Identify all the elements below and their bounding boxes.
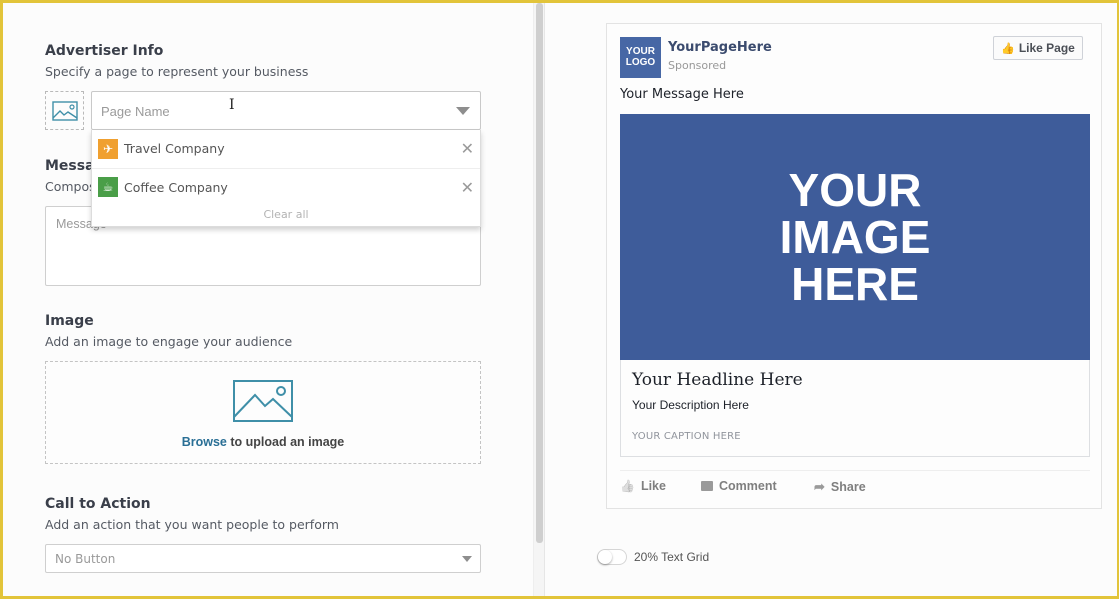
ad-preview-panel: YOUR LOGO YourPageHere Sponsored 👍 Like …	[546, 3, 1116, 596]
preview-page-name[interactable]: YourPageHere	[668, 40, 772, 55]
share-arrow-icon: ➦	[814, 479, 825, 494]
cta-title: Call to Action	[45, 496, 151, 512]
like-page-button[interactable]: 👍 Like Page	[993, 36, 1083, 60]
share-action[interactable]: ➦ Share	[814, 479, 866, 495]
like-page-label: Like Page	[1018, 41, 1075, 55]
scrollbar-thumb[interactable]	[536, 3, 543, 543]
cta-selected-value: No Button	[55, 552, 116, 566]
remove-icon[interactable]: ✕	[461, 139, 474, 158]
dropdown-item-label: Coffee Company	[124, 179, 228, 195]
post-actions-bar: 👍 Like Comment ➦ Share	[620, 470, 1090, 502]
preview-image-text: YOUR IMAGE HERE	[779, 163, 931, 310]
page-logo-upload[interactable]	[45, 91, 84, 130]
browse-text: to upload an image	[226, 435, 345, 449]
remove-icon[interactable]: ✕	[461, 178, 474, 197]
thumbs-up-icon: 👍	[1001, 42, 1015, 55]
dropdown-item-label: Travel Company	[124, 141, 225, 156]
image-title: Image	[45, 313, 94, 329]
text-cursor-icon: I	[229, 97, 235, 113]
page-name-input[interactable]	[101, 101, 441, 121]
logo-text: YOUR LOGO	[625, 46, 656, 68]
cta-select[interactable]: No Button	[45, 544, 481, 573]
ad-form-panel: Advertiser Info Specify a page to repres…	[3, 3, 533, 596]
image-subtitle: Add an image to engage your audience	[45, 334, 293, 349]
image-placeholder-icon	[51, 100, 78, 121]
text-grid-label: 20% Text Grid	[634, 550, 710, 564]
clear-all-link[interactable]: Clear all	[92, 208, 480, 221]
chevron-down-icon[interactable]	[456, 107, 470, 115]
coffee-cup-icon: ☕	[98, 177, 118, 197]
preview-description: Your Description Here	[632, 398, 749, 412]
preview-caption: YOUR CAPTION HERE	[632, 431, 741, 442]
share-label: Share	[830, 480, 866, 494]
like-label: Like	[640, 479, 666, 493]
toggle-knob	[598, 550, 612, 564]
text-grid-toggle[interactable]	[597, 549, 627, 565]
page-name-combobox[interactable]: I	[91, 91, 481, 130]
chevron-down-icon	[462, 556, 472, 562]
like-action[interactable]: 👍 Like	[620, 479, 666, 493]
dropdown-item-coffee-company[interactable]: ☕ Coffee Company ✕	[92, 168, 480, 205]
airplane-icon: ✈	[98, 138, 118, 159]
comment-action[interactable]: Comment	[701, 479, 777, 493]
preview-link-card[interactable]: Your Headline Here Your Description Here…	[620, 360, 1090, 457]
page-name-dropdown: ✈ Travel Company ✕ ☕ Coffee Company ✕ Cl…	[91, 130, 481, 227]
page-logo: YOUR LOGO	[620, 37, 661, 78]
image-placeholder-icon	[233, 380, 293, 422]
ad-preview-post: YOUR LOGO YourPageHere Sponsored 👍 Like …	[606, 23, 1102, 509]
advertiser-info-title: Advertiser Info	[45, 43, 164, 59]
cta-subtitle: Add an action that you want people to pe…	[45, 517, 339, 532]
thumbs-up-icon: 👍	[620, 479, 635, 493]
sponsored-label: Sponsored	[668, 59, 727, 72]
comment-icon	[701, 481, 713, 491]
browse-instructions: Browse to upload an image	[46, 435, 480, 449]
image-upload-dropzone[interactable]: Browse to upload an image	[45, 361, 481, 464]
preview-headline: Your Headline Here	[632, 370, 803, 390]
comment-label: Comment	[719, 479, 777, 493]
browse-link[interactable]: Browse	[182, 435, 227, 449]
dropdown-item-travel-company[interactable]: ✈ Travel Company ✕	[92, 130, 480, 167]
advertiser-info-subtitle: Specify a page to represent your busines…	[45, 64, 309, 79]
preview-message: Your Message Here	[620, 87, 744, 102]
preview-image: YOUR IMAGE HERE	[620, 114, 1090, 360]
left-panel-scrollbar[interactable]	[533, 3, 545, 596]
